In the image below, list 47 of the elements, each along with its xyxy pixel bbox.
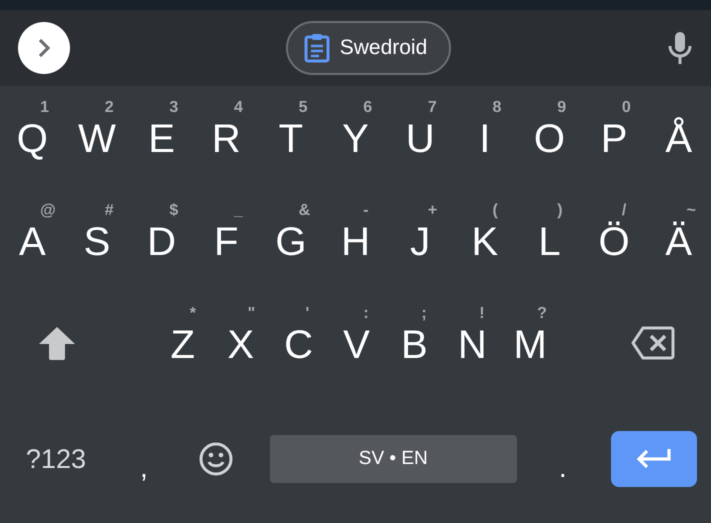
backspace-key[interactable]	[630, 326, 675, 360]
shift-arrow-icon	[38, 326, 76, 360]
key-hint: 1	[40, 100, 49, 116]
key-hint: 5	[298, 100, 308, 116]
microphone-button[interactable]	[667, 31, 693, 65]
backspace-icon	[630, 326, 675, 360]
key-hint: 8	[492, 100, 502, 116]
emoji-key[interactable]	[198, 442, 233, 476]
key-hint: ?	[537, 306, 547, 322]
key-hint: 7	[428, 100, 437, 116]
enter-button[interactable]	[611, 430, 697, 487]
key-hint: ;	[421, 306, 427, 322]
chevron-right-icon	[37, 37, 51, 59]
microphone-icon	[667, 31, 693, 65]
key-hint: 3	[169, 100, 178, 116]
punctuation-key[interactable]: ,	[140, 428, 148, 489]
key-hint: @	[40, 202, 56, 219]
key-hint: *	[190, 306, 196, 322]
key-hint: $	[169, 202, 178, 219]
key-hint: -	[363, 202, 369, 219]
key-hint: 0	[622, 100, 631, 116]
key-hint: !	[479, 306, 485, 322]
key-hint: :	[363, 306, 369, 322]
key-hint: '	[306, 306, 310, 322]
letter-key[interactable]: Å	[646, 86, 711, 189]
return-arrow-icon	[636, 448, 672, 470]
key-hint: "	[248, 306, 256, 322]
key-hint: (	[492, 202, 498, 219]
punctuation-key[interactable]: .	[558, 428, 567, 489]
expand-button[interactable]	[18, 22, 70, 74]
clipboard-icon	[304, 33, 330, 63]
key-hint: _	[234, 202, 243, 219]
key-hint: +	[428, 202, 438, 219]
key-hint: 4	[234, 100, 243, 116]
clipboard-chip[interactable]: Swedroid	[286, 21, 452, 75]
key-hint: /	[622, 202, 626, 219]
key-hint: )	[557, 202, 563, 219]
shift-key[interactable]	[38, 326, 76, 360]
space-bar[interactable]: SV • EN	[270, 434, 517, 483]
key-hint: &	[298, 202, 310, 219]
key-hint: 6	[363, 100, 372, 116]
smiley-icon	[198, 442, 233, 476]
key-hint: 9	[557, 100, 566, 116]
symbols-key[interactable]: ?123	[26, 438, 86, 479]
key-hint: #	[104, 202, 114, 219]
key-hint: 2	[104, 100, 114, 116]
key-hint: ~	[686, 202, 696, 219]
